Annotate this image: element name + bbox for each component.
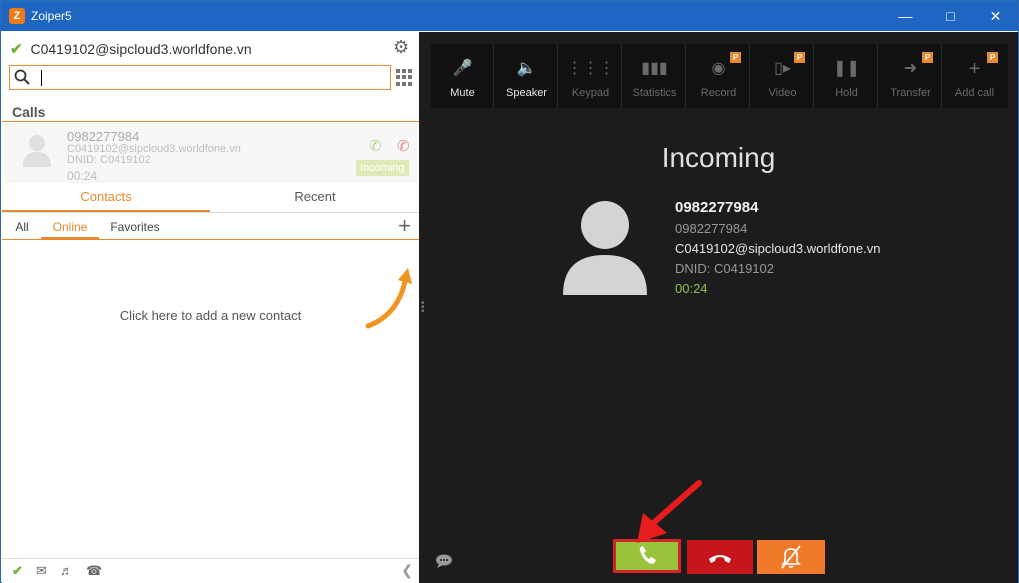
caller-name: 0982277984 bbox=[675, 199, 759, 216]
volume-icon[interactable]: ♬ bbox=[60, 563, 73, 578]
add-contact-icon[interactable]: + bbox=[398, 215, 411, 237]
reject-phone-icon[interactable]: ✆ bbox=[397, 137, 410, 155]
hold-button[interactable]: ❚❚ Hold bbox=[815, 44, 878, 108]
statistics-label: Statistics bbox=[632, 87, 677, 99]
calls-heading: Calls bbox=[12, 104, 46, 120]
online-status-icon[interactable]: ✔ bbox=[12, 563, 23, 579]
premium-badge: P bbox=[922, 52, 933, 63]
keypad-button[interactable]: ⋮⋮⋮ Keypad bbox=[559, 44, 622, 108]
subtab-all[interactable]: All bbox=[10, 218, 34, 239]
caller-avatar-icon bbox=[563, 201, 647, 295]
account-name: C0419102@sipcloud3.worldfone.vn bbox=[30, 41, 252, 57]
contact-filter-tabs: All Online Favorites + bbox=[2, 215, 419, 240]
keypad-label: Keypad bbox=[571, 87, 610, 99]
subtab-online[interactable]: Online bbox=[41, 218, 99, 239]
premium-badge: P bbox=[730, 52, 741, 63]
speaker-label: Speaker bbox=[506, 87, 547, 99]
bell-off-icon bbox=[781, 545, 801, 569]
avatar-icon bbox=[23, 135, 51, 167]
contacts-tabs: Contacts Recent bbox=[2, 184, 419, 212]
status-bar: ✔ ✉ ♬ ☎ ❮ bbox=[2, 558, 419, 583]
speaker-button[interactable]: 🔈 Speaker bbox=[495, 44, 558, 108]
transfer-button[interactable]: ➜ P Transfer bbox=[879, 44, 942, 108]
add-call-label: Add call bbox=[954, 87, 995, 99]
tab-contacts[interactable]: Contacts bbox=[2, 184, 210, 212]
pause-icon: ❚❚ bbox=[833, 60, 860, 77]
call-forward-icon[interactable]: ☎ bbox=[86, 563, 102, 579]
add-call-button[interactable]: + P Add call bbox=[943, 44, 1006, 108]
keypad-icon: ⋮⋮⋮ bbox=[566, 60, 615, 77]
close-button[interactable]: ✕ bbox=[973, 1, 1018, 31]
subtab-favorites[interactable]: Favorites bbox=[106, 218, 164, 239]
call-list-item[interactable]: 0982277984 C0419102@sipcloud3.worldfone.… bbox=[4, 123, 417, 183]
check-icon: ✔ bbox=[10, 41, 23, 58]
accept-phone-icon[interactable]: ✆ bbox=[369, 137, 382, 155]
mute-label: Mute bbox=[450, 87, 475, 99]
call-duration: 00:24 bbox=[67, 169, 98, 183]
caller-number: 0982277984 bbox=[675, 221, 748, 236]
gear-icon[interactable]: ⚙ bbox=[393, 38, 411, 56]
call-number: 0982277984 bbox=[67, 129, 140, 144]
left-panel: ✔ C0419102@sipcloud3.worldfone.vn ⚙ Call… bbox=[2, 32, 419, 583]
transfer-label: Transfer bbox=[890, 87, 931, 99]
record-label: Record bbox=[700, 87, 737, 99]
divider bbox=[2, 239, 419, 240]
window-title: Zoiper5 bbox=[31, 9, 72, 23]
app-logo-icon: Z bbox=[9, 8, 25, 24]
mute-button[interactable]: 🎤 Mute bbox=[431, 44, 494, 108]
chat-icon[interactable] bbox=[435, 554, 453, 568]
caller-dnid: DNID: C0419102 bbox=[675, 261, 774, 276]
text-cursor bbox=[41, 70, 42, 86]
divider bbox=[2, 121, 419, 122]
call-duration: 00:24 bbox=[675, 281, 708, 296]
record-button[interactable]: ◉ P Record bbox=[687, 44, 750, 108]
search-box[interactable] bbox=[9, 65, 391, 90]
dialpad-icon[interactable] bbox=[396, 69, 413, 86]
search-icon bbox=[14, 69, 30, 85]
hold-label: Hold bbox=[835, 87, 858, 99]
add-contact-hint[interactable]: Click here to add a new contact bbox=[2, 308, 419, 323]
status-badge: Incoming bbox=[356, 160, 409, 176]
collapse-panel-icon[interactable]: ❮ bbox=[401, 562, 413, 579]
premium-badge: P bbox=[794, 52, 805, 63]
maximize-button[interactable]: □ bbox=[928, 1, 973, 31]
call-state: Incoming bbox=[661, 142, 776, 173]
call-toolbar: 🎤 Mute 🔈 Speaker ⋮⋮⋮ Keypad ▮▮▮ Statisti… bbox=[431, 44, 1008, 108]
app-window: Z Zoiper5 — □ ✕ ✔ C0419102@sipcloud3.wor… bbox=[0, 0, 1019, 583]
silence-button[interactable] bbox=[757, 540, 825, 574]
minimize-button[interactable]: — bbox=[883, 1, 928, 31]
speaker-icon: 🔈 bbox=[516, 60, 537, 77]
call-panel: • • • 🎤 Mute 🔈 Speaker ⋮⋮⋮ Keypad ▮▮▮ Stat… bbox=[419, 32, 1018, 583]
statistics-button[interactable]: ▮▮▮ Statistics bbox=[623, 44, 686, 108]
mic-off-icon: 🎤 bbox=[452, 60, 473, 77]
tab-recent[interactable]: Recent bbox=[211, 184, 419, 212]
video-label: Video bbox=[768, 87, 797, 99]
pointer-arrow-icon bbox=[637, 480, 702, 543]
search-input[interactable] bbox=[44, 68, 384, 87]
splitter-handle[interactable]: • • • bbox=[421, 299, 425, 317]
account-row[interactable]: ✔ C0419102@sipcloud3.worldfone.vn bbox=[10, 40, 252, 58]
title-bar: Z Zoiper5 — □ ✕ bbox=[1, 1, 1018, 31]
caller-account: C0419102@sipcloud3.worldfone.vn bbox=[675, 241, 881, 256]
stats-icon: ▮▮▮ bbox=[641, 60, 668, 77]
voicemail-icon[interactable]: ✉ bbox=[36, 563, 47, 579]
premium-badge: P bbox=[987, 52, 998, 63]
divider bbox=[2, 212, 419, 213]
call-dnid: DNID: C0419102 bbox=[67, 154, 151, 166]
video-button[interactable]: ▯▸ P Video bbox=[751, 44, 814, 108]
hint-arrow-icon bbox=[365, 268, 412, 329]
